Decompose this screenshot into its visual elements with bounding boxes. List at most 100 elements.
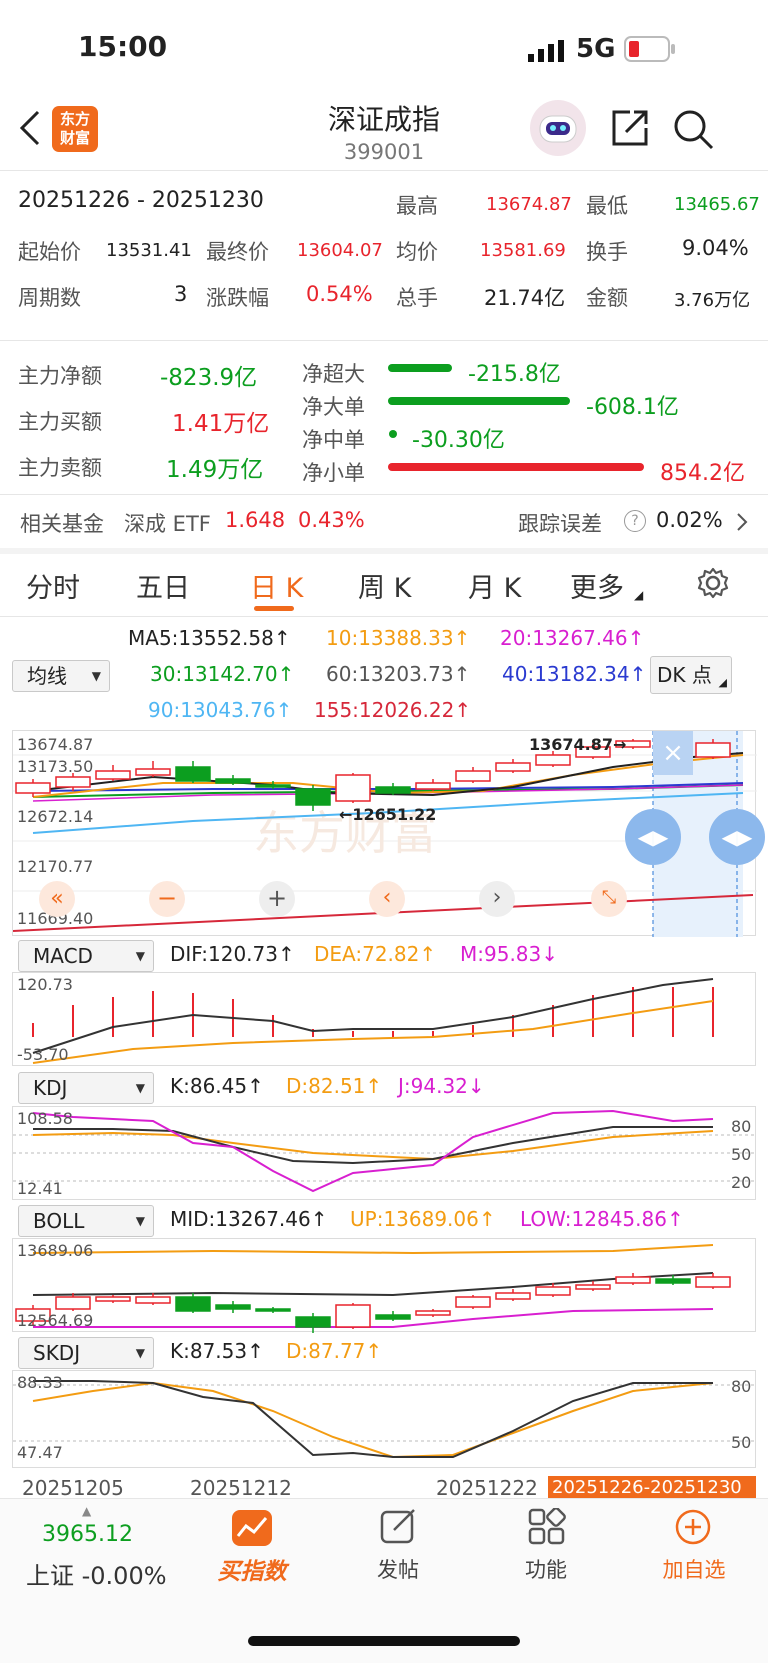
- kdj-d: D:82.51↑: [286, 1074, 383, 1098]
- candle-body: [415, 782, 451, 790]
- candle-body: [95, 1296, 131, 1302]
- skdj-chart-panel[interactable]: 88.33 47.47 80 50: [12, 1370, 757, 1468]
- nav-add-watchlist[interactable]: 加自选: [624, 1554, 764, 1584]
- scroll-left-icon[interactable]: ‹: [369, 881, 405, 917]
- candle-body: [455, 770, 491, 782]
- flow-value-medium: -30.30亿: [412, 428, 505, 453]
- candle-body: [415, 1310, 451, 1316]
- candle-body: [175, 1296, 211, 1312]
- flow-bar-large: [388, 397, 570, 405]
- fund-price: 1.648: [225, 508, 286, 532]
- close-selection-icon[interactable]: ×: [653, 731, 693, 775]
- boll-low: LOW:12845.86↑: [520, 1207, 684, 1231]
- candle-body: [615, 1276, 651, 1284]
- candle-body: [295, 788, 331, 806]
- turnover-label: 换手: [586, 240, 628, 264]
- macd-chart-panel[interactable]: 120.73 -53.70: [12, 972, 756, 1066]
- nav-functions[interactable]: 功能: [476, 1554, 616, 1584]
- candle-body: [375, 1314, 411, 1320]
- boll-chart-panel[interactable]: 13689.06 12564.69: [12, 1238, 756, 1333]
- settings-icon[interactable]: [696, 566, 730, 604]
- xaxis-date-2: 20251212: [190, 1476, 292, 1500]
- sh-index-label[interactable]: 上证 -0.00%: [26, 1556, 167, 1591]
- main-buy-value: 1.41万亿: [172, 411, 270, 437]
- ma20-label: 20:13267.46↑: [500, 626, 645, 650]
- indicator-select-kdj[interactable]: KDJ ▼: [18, 1072, 154, 1104]
- selected-range-badge: 20251226-20251230: [548, 1476, 756, 1499]
- home-indicator: [248, 1636, 520, 1646]
- drag-handle-right[interactable]: ◀▶: [709, 809, 765, 865]
- skdj-k: K:87.53↑: [170, 1339, 264, 1363]
- candle-body: [215, 778, 251, 784]
- candle-body: [215, 1304, 251, 1310]
- candle-body: [655, 1278, 691, 1284]
- search-icon[interactable]: [672, 108, 714, 154]
- tab-weekly-k[interactable]: 周 K: [358, 566, 411, 605]
- xaxis-date-3: 20251222: [436, 1476, 538, 1500]
- scroll-left-fast-icon[interactable]: «: [39, 881, 75, 917]
- kline-y4: 12170.77: [17, 857, 94, 876]
- kdj-y-top: 108.58: [17, 1109, 73, 1128]
- boll-y-top: 13689.06: [17, 1241, 94, 1260]
- kdj-ref-50: 50: [731, 1145, 752, 1164]
- tab-active-indicator: [254, 606, 294, 611]
- boll-up: UP:13689.06↑: [350, 1207, 496, 1231]
- macd-y-top: 120.73: [17, 975, 73, 994]
- candle-body: [335, 1304, 371, 1328]
- macd-dea: DEA:72.82↑: [314, 942, 437, 966]
- macd-m: M:95.83↓: [460, 942, 559, 966]
- fund-label: 相关基金: [20, 512, 104, 536]
- nav-buy-index[interactable]: 买指数: [182, 1552, 322, 1586]
- high-value: 13674.87: [486, 194, 572, 215]
- skdj-ref-80: 80: [731, 1377, 752, 1396]
- candle-body: [375, 786, 411, 794]
- robot-assistant-icon[interactable]: [530, 100, 586, 156]
- kline-y1: 13674.87: [17, 735, 94, 754]
- main-net-label: 主力净额: [18, 364, 102, 388]
- end-label: 最终价: [206, 240, 269, 264]
- candle-body: [335, 774, 371, 802]
- candle-body: [135, 768, 171, 776]
- indicator-select-ma[interactable]: 均线 ▼: [12, 660, 110, 692]
- zoom-in-icon[interactable]: +: [259, 881, 295, 917]
- functions-grid-icon[interactable]: [528, 1507, 566, 1550]
- tab-intraday[interactable]: 分时: [26, 566, 80, 605]
- drag-handle-left[interactable]: ◀▶: [625, 809, 681, 865]
- candle-body: [695, 1276, 731, 1288]
- indicator-select-macd[interactable]: MACD ▼: [18, 940, 154, 972]
- ma10-label: 10:13388.33↑: [326, 626, 471, 650]
- tab-five-day[interactable]: 五日: [136, 566, 190, 605]
- share-icon[interactable]: [610, 108, 650, 152]
- scroll-right-icon[interactable]: ›: [479, 881, 515, 917]
- caret-down-icon: ◢: [634, 588, 644, 602]
- main-buy-label: 主力买额: [18, 410, 102, 434]
- candle-body: [255, 1308, 291, 1312]
- add-watchlist-icon[interactable]: [674, 1508, 712, 1550]
- tab-daily-k[interactable]: 日 K: [250, 566, 303, 605]
- fund-name[interactable]: 深成 ETF: [124, 508, 211, 538]
- amount-value: 3.76万亿: [674, 290, 751, 311]
- flow-label-medium: 净中单: [302, 428, 365, 452]
- nav-post[interactable]: 发帖: [328, 1554, 468, 1584]
- main-sell-value: 1.49万亿: [166, 457, 264, 483]
- chevron-right-icon[interactable]: [736, 512, 748, 536]
- tab-more[interactable]: 更多: [570, 566, 624, 605]
- candle-body: [695, 742, 731, 758]
- tab-monthly-k[interactable]: 月 K: [468, 566, 521, 605]
- change-label: 涨跌幅: [206, 286, 269, 310]
- help-icon[interactable]: ?: [624, 510, 646, 532]
- high-label: 最高: [396, 194, 438, 218]
- reset-view-icon[interactable]: ⤡: [591, 881, 627, 917]
- indicator-select-skdj[interactable]: SKDJ ▼: [18, 1337, 154, 1369]
- turnover-value: 9.04%: [682, 236, 749, 260]
- indicator-select-boll[interactable]: BOLL ▼: [18, 1205, 154, 1237]
- trend-chart-icon[interactable]: [232, 1510, 272, 1546]
- skdj-y-bot: 47.47: [17, 1443, 63, 1462]
- kdj-chart-panel[interactable]: 108.58 12.41 80 50 20: [12, 1106, 757, 1200]
- sh-index-value[interactable]: 3965.12: [42, 1522, 133, 1547]
- kline-chart-panel[interactable]: 东方财富 13674.87 13173.50 12672.14 12170.77…: [12, 730, 765, 937]
- zoom-out-icon[interactable]: −: [149, 881, 185, 917]
- dk-point-button[interactable]: DK 点 ◢: [650, 656, 732, 694]
- edit-post-icon[interactable]: [380, 1508, 418, 1550]
- kline-y2: 13173.50: [17, 757, 94, 776]
